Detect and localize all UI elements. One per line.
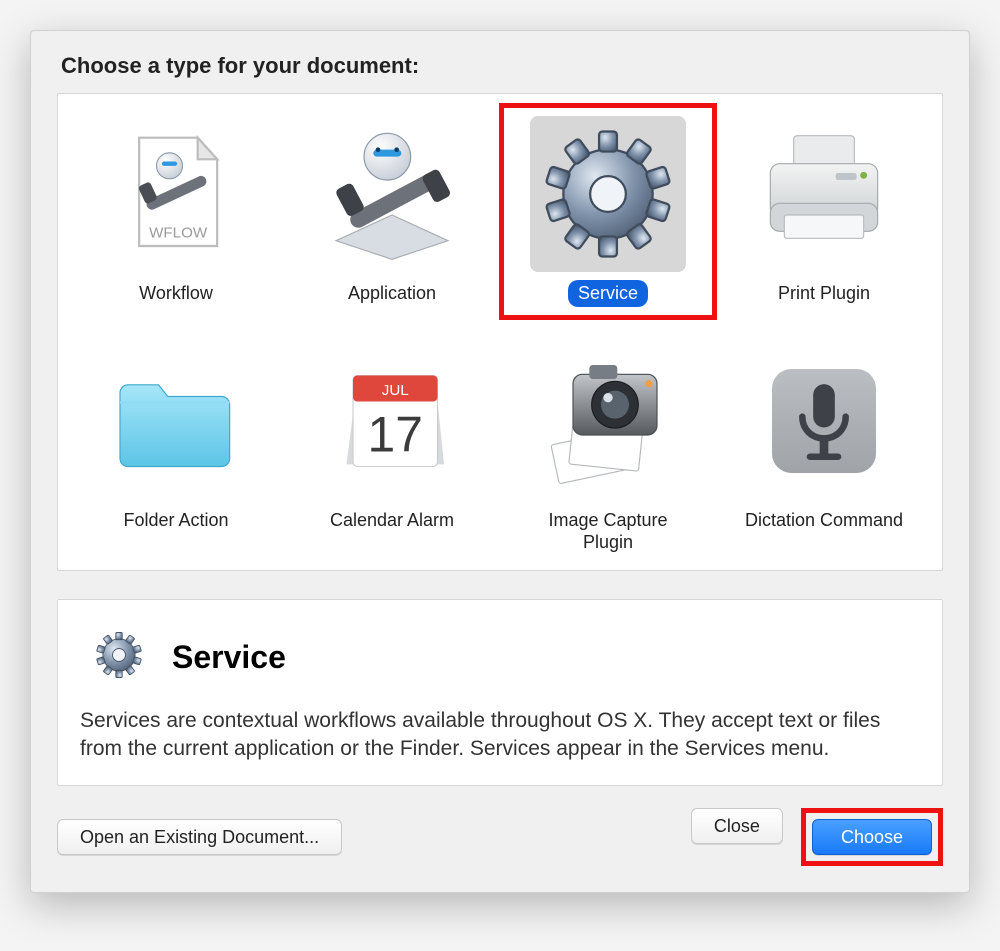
svg-text:WFLOW: WFLOW [149,224,208,241]
type-service-label: Service [568,280,648,307]
type-service[interactable]: Service [508,112,708,311]
description-panel: Service Services are contextual workflow… [57,599,943,787]
document-types-grid: WFLOW Workflow [57,93,943,571]
description-title: Service [172,639,286,676]
application-icon [314,116,470,272]
type-calendar-alarm-label: Calendar Alarm [320,507,464,534]
dialog-heading: Choose a type for your document: [61,53,943,79]
service-icon [530,116,686,272]
microphone-icon [746,343,902,499]
type-print-plugin[interactable]: Print Plugin [724,112,924,311]
type-image-capture-plugin-label: Image Capture Plugin [512,507,704,556]
type-dictation-command[interactable]: Dictation Command [724,339,924,560]
highlight-choose: Choose [801,808,943,866]
button-row: Open an Existing Document... Close Choos… [57,808,943,866]
type-workflow-label: Workflow [129,280,223,307]
description-text: Services are contextual workflows availa… [80,707,920,764]
svg-text:17: 17 [368,406,423,462]
workflow-icon: WFLOW [98,116,254,272]
calendar-icon: JUL 17 [314,343,470,499]
choose-button[interactable]: Choose [812,819,932,855]
type-calendar-alarm[interactable]: JUL 17 Calendar Alarm [292,339,492,560]
camera-icon [530,343,686,499]
template-chooser-dialog: Choose a type for your document: WFLOW W… [30,30,970,893]
open-existing-button[interactable]: Open an Existing Document... [57,819,342,855]
printer-icon [746,116,902,272]
gear-icon [80,616,158,699]
close-button[interactable]: Close [691,808,783,844]
type-workflow[interactable]: WFLOW Workflow [76,112,276,311]
folder-icon [98,343,254,499]
type-image-capture-plugin[interactable]: Image Capture Plugin [508,339,708,560]
type-dictation-command-label: Dictation Command [735,507,913,534]
type-print-plugin-label: Print Plugin [768,280,880,307]
type-folder-action-label: Folder Action [113,507,238,534]
type-folder-action[interactable]: Folder Action [76,339,276,560]
type-application-label: Application [338,280,446,307]
type-application[interactable]: Application [292,112,492,311]
svg-text:JUL: JUL [382,382,409,399]
